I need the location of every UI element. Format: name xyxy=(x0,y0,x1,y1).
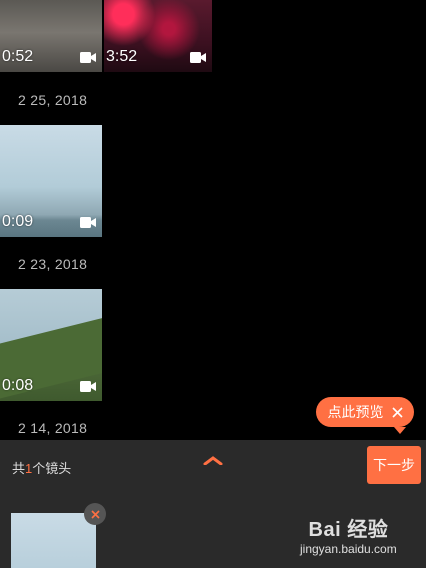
video-duration: 0:08 xyxy=(2,377,34,394)
video-duration: 3:52 xyxy=(106,48,138,65)
video-camera-icon xyxy=(190,52,206,63)
date-header: 2 14, 2018 xyxy=(18,420,88,436)
video-camera-icon xyxy=(80,217,96,228)
video-camera-icon xyxy=(80,52,96,63)
selected-clip-thumbnail[interactable] xyxy=(11,513,96,568)
next-step-button[interactable]: 下一步 xyxy=(367,446,421,484)
chevron-up-icon[interactable] xyxy=(203,455,223,465)
count-prefix: 共 xyxy=(12,461,26,476)
count-suffix: 个镜头 xyxy=(32,461,72,476)
preview-tip-button[interactable]: 点此预览 xyxy=(316,397,414,434)
close-icon[interactable] xyxy=(391,406,403,418)
video-camera-icon xyxy=(80,381,96,392)
watermark-url: jingyan.baidu.com xyxy=(300,542,397,556)
date-header: 2 23, 2018 xyxy=(18,256,88,272)
video-duration: 0:52 xyxy=(2,48,34,65)
video-thumbnail[interactable]: 0:09 xyxy=(0,125,102,237)
video-thumbnail[interactable]: 0:08 xyxy=(0,289,102,401)
video-duration: 0:09 xyxy=(2,213,34,230)
baidu-watermark: Bai 经验 jingyan.baidu.com xyxy=(300,513,397,556)
video-thumbnail[interactable]: 0:52 xyxy=(0,0,102,72)
preview-tip-label: 点此预览 xyxy=(327,404,384,420)
video-thumbnail[interactable]: 3:52 xyxy=(104,0,212,72)
date-header: 2 25, 2018 xyxy=(18,92,88,108)
clip-count: 共1个镜头 xyxy=(12,458,71,477)
remove-clip-button[interactable] xyxy=(84,503,106,525)
watermark-logo: Bai 经验 xyxy=(308,519,389,541)
close-icon xyxy=(90,509,100,519)
